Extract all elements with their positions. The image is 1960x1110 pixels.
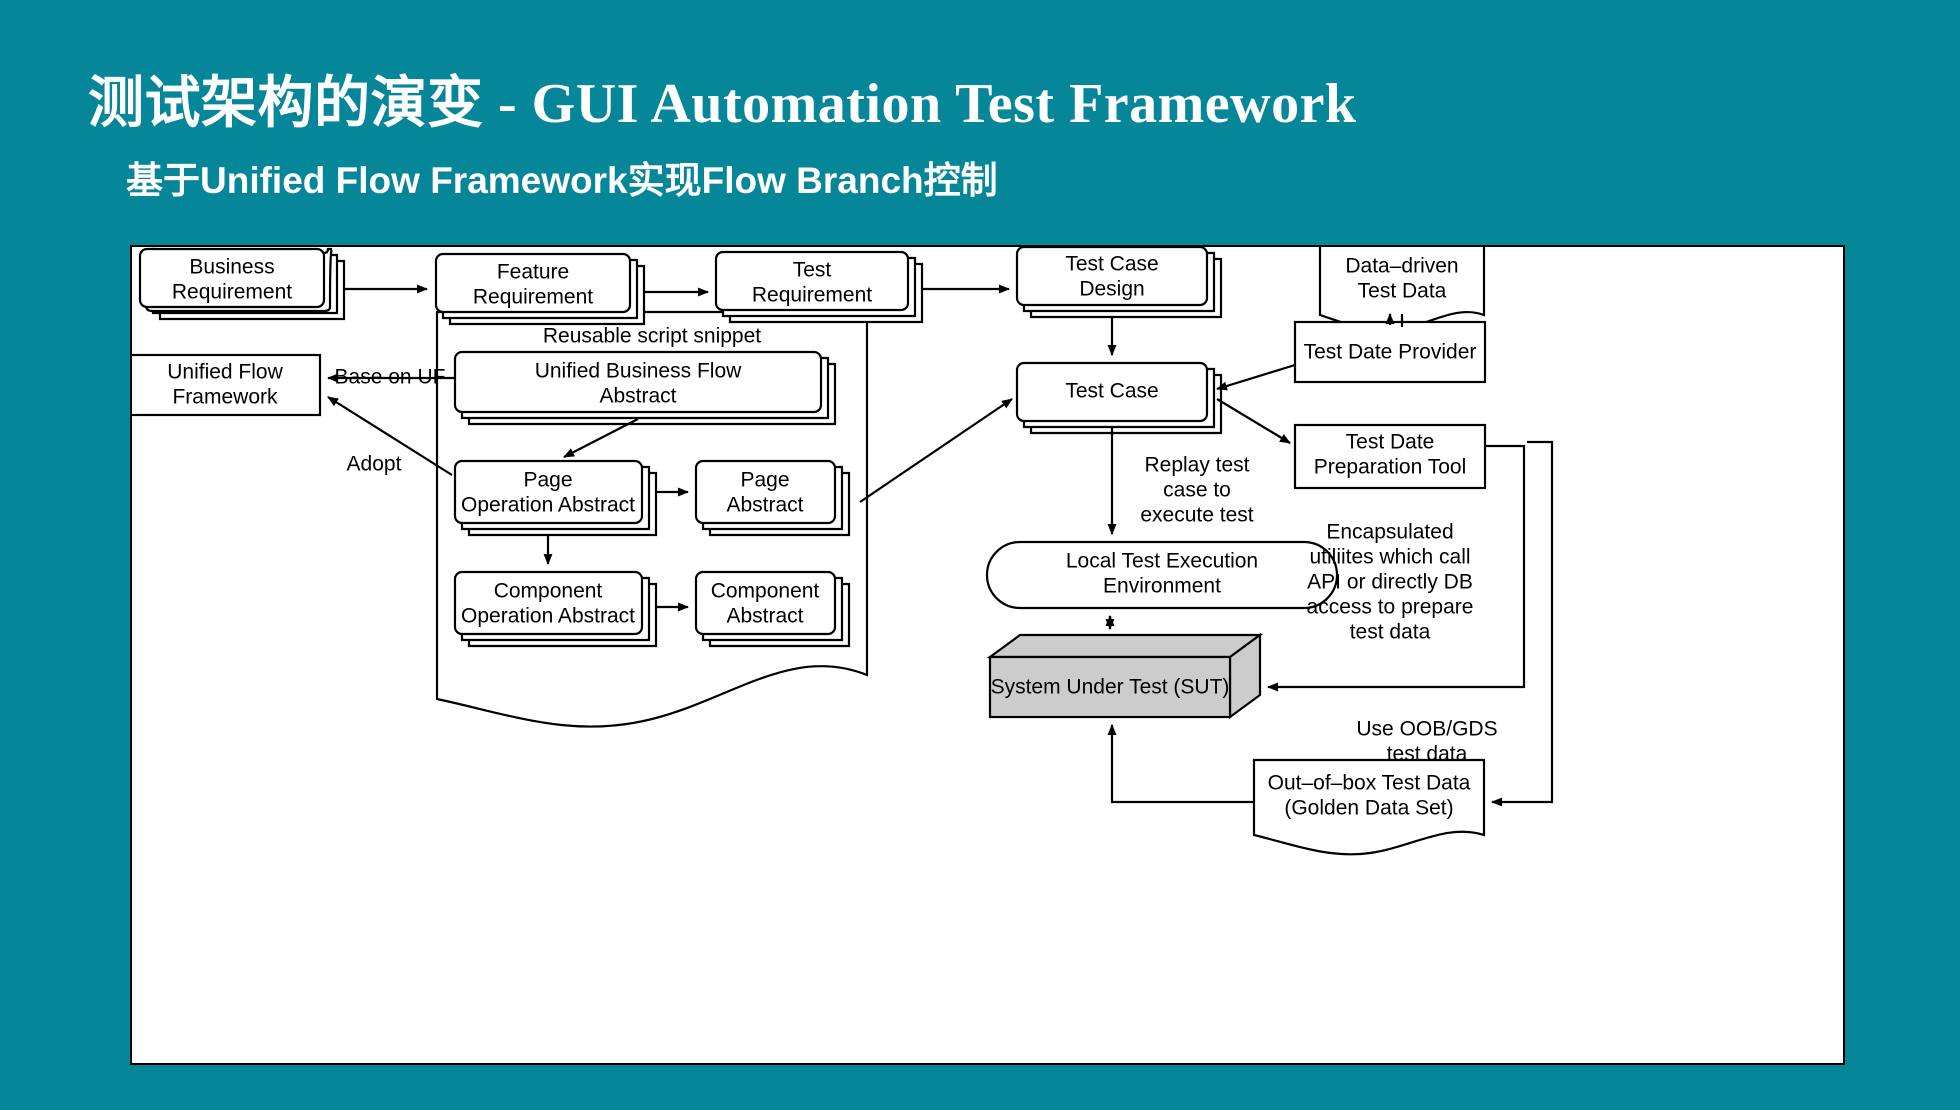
edge-label-encapsulated-line1: Encapsulated [1326,521,1453,544]
unified-business-flow-abstract-line2: Abstract [599,385,676,408]
edge-testcase-to-preptool [1216,398,1291,444]
business-requirement-line1: Business [189,256,274,279]
node-unified-business-flow-abstract[interactable]: Unified Business Flow Abstract [453,350,837,426]
edge-label-encapsulated-line4: access to prepare [1307,596,1474,619]
edge-label-encapsulated-line2: utiliites which call [1309,546,1470,569]
component-operation-abstract-line1: Component [494,580,603,603]
edge-snippet-to-testcase [859,398,1013,503]
page-abstract-line1: Page [740,469,789,492]
component-abstract-line2: Abstract [726,605,803,628]
node-test-requirement[interactable]: Test Requirement [714,250,924,324]
test-requirement-line2: Requirement [752,284,872,307]
local-test-execution-environment-line2: Environment [1103,575,1221,598]
diagram-svg: Reusable script snippet Business Require… [132,247,1554,856]
feature-requirement-line2: Requirement [473,286,593,309]
local-test-execution-environment-line1: Local Test Execution [1066,550,1258,573]
data-driven-test-data-line2: Test Data [1358,280,1447,303]
node-component-operation-abstract[interactable]: Component Operation Abstract [453,570,658,648]
node-component-abstract[interactable]: Component Abstract [694,570,851,648]
unified-business-flow-abstract-line1: Unified Business Flow [535,360,742,383]
edge-label-base-on-uf: Base on UF [335,366,446,389]
reusable-script-snippet-label: Reusable script snippet [543,325,761,348]
node-business-requirement[interactable]: Business Requirement [138,247,346,321]
node-test-case-design[interactable]: Test Case Design [1015,247,1223,319]
page-operation-abstract-line2: Operation Abstract [461,494,635,517]
edge-label-replay-line1: Replay test [1144,454,1249,477]
business-requirement-line2: Requirement [172,281,292,304]
test-date-preparation-tool-line1: Test Date [1346,431,1435,454]
page-subtitle: 基于Unified Flow Framework实现Flow Branch控制 [126,160,998,201]
component-abstract-line1: Component [711,580,820,603]
edge-label-use-oob-line1: Use OOB/GDS [1356,718,1497,741]
edge-label-use-oob-line2: test data [1387,743,1468,766]
edge-label-encapsulated-line5: test data [1350,621,1431,644]
test-requirement-line1: Test [793,259,832,282]
edge-label-replay-line3: execute test [1140,504,1253,527]
node-page-operation-abstract[interactable]: Page Operation Abstract [453,459,658,537]
node-page-abstract[interactable]: Page Abstract [694,459,851,537]
node-feature-requirement[interactable]: Feature Requirement [434,252,646,326]
out-of-box-test-data-line2: (Golden Data Set) [1284,797,1453,820]
edge-label-adopt: Adopt [347,453,402,476]
node-unified-flow-framework[interactable]: Unified Flow Framework [132,353,322,417]
test-case-design-line1: Test Case [1065,253,1158,276]
test-date-preparation-tool-line2: Preparation Tool [1314,456,1467,479]
node-local-test-execution-environment[interactable]: Local Test Execution Environment [985,540,1339,610]
edge-oob-to-sut [1107,724,1254,804]
system-under-test-label: System Under Test (SUT) [991,676,1230,699]
edge-label-replay-line2: case to [1163,479,1231,502]
test-date-provider-label: Test Date Provider [1304,341,1477,364]
component-operation-abstract-line2: Operation Abstract [461,605,635,628]
page-abstract-line2: Abstract [726,494,803,517]
node-out-of-box-test-data[interactable]: Out–of–box Test Data (Golden Data Set) [1252,758,1486,856]
edge-label-encapsulated-line3: API or directly DB [1307,571,1473,594]
node-system-under-test[interactable]: System Under Test (SUT) [986,632,1264,720]
data-driven-test-data-line1: Data–driven [1345,255,1458,278]
test-case-label: Test Case [1065,380,1158,403]
diagram-canvas: Reusable script snippet Business Require… [130,245,1845,1065]
slide-root: 测试架构的演变 - GUI Automation Test Framework … [0,0,1960,1110]
unified-flow-framework-line1: Unified Flow [167,361,283,384]
node-test-date-provider[interactable]: Test Date Provider [1293,320,1487,384]
edge-provider-to-testcase [1216,363,1296,391]
test-case-design-line2: Design [1079,278,1144,301]
node-test-case[interactable]: Test Case [1015,361,1223,435]
edge-preptool-to-oob [1491,440,1554,807]
out-of-box-test-data-line1: Out–of–box Test Data [1268,772,1471,795]
node-test-date-preparation-tool[interactable]: Test Date Preparation Tool [1293,423,1487,490]
unified-flow-framework-line2: Framework [172,386,278,409]
feature-requirement-line1: Feature [497,261,569,284]
page-title: 测试架构的演变 - GUI Automation Test Framework [88,73,1357,135]
page-operation-abstract-line1: Page [523,469,572,492]
